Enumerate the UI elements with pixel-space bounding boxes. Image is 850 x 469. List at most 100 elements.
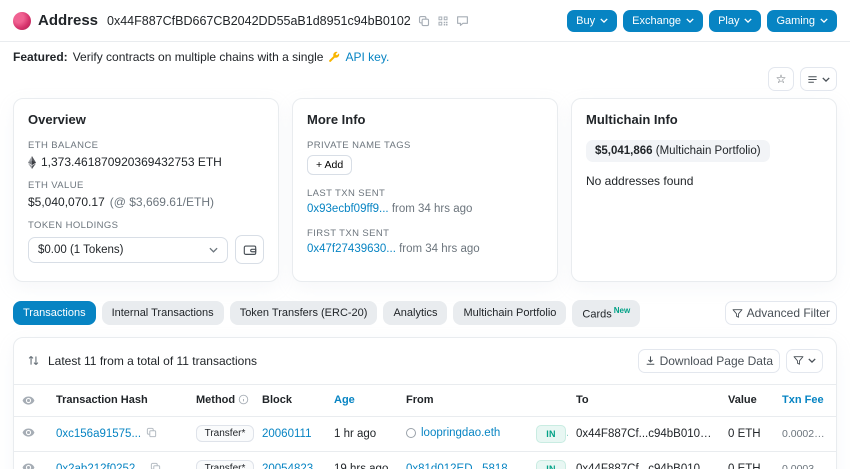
funnel-icon bbox=[732, 308, 743, 319]
new-badge: New bbox=[614, 306, 630, 315]
eth-value-label: ETH VALUE bbox=[28, 180, 264, 191]
exchange-button[interactable]: Exchange bbox=[623, 10, 703, 32]
eye-icon[interactable] bbox=[22, 426, 35, 439]
eye-icon[interactable] bbox=[22, 461, 35, 469]
eth-value: $5,040,070.17 (@ $3,669.61/ETH) bbox=[28, 195, 264, 209]
transactions-panel: Latest 11 from a total of 11 transaction… bbox=[13, 337, 837, 469]
col-direction bbox=[528, 384, 568, 416]
tab-internal-transactions[interactable]: Internal Transactions bbox=[102, 301, 224, 325]
age-cell: 19 hrs ago bbox=[326, 451, 398, 469]
eth-rate: (@ $3,669.61/ETH) bbox=[110, 195, 214, 209]
more-info-card: More Info PRIVATE NAME TAGS + Add LAST T… bbox=[292, 98, 558, 282]
eye-column-header[interactable] bbox=[14, 384, 48, 416]
col-txn-fee[interactable]: Txn Fee bbox=[774, 384, 836, 416]
list-icon bbox=[807, 74, 818, 85]
method-badge[interactable]: Transfer* bbox=[196, 425, 254, 442]
eth-logo-icon bbox=[28, 156, 36, 169]
add-name-tag-button[interactable]: + Add bbox=[307, 155, 352, 175]
last-txn-value: 0x93ecbf09ff9... from 34 hrs ago bbox=[307, 203, 543, 215]
chevron-down-icon bbox=[744, 18, 752, 23]
private-tags-label: PRIVATE NAME TAGS bbox=[307, 140, 543, 151]
address-identicon bbox=[13, 12, 31, 30]
col-transaction-hash: Transaction Hash bbox=[48, 384, 188, 416]
chevron-down-icon bbox=[686, 18, 694, 23]
api-key-link[interactable]: API key. bbox=[345, 50, 389, 64]
funnel-icon bbox=[793, 355, 804, 366]
more-info-title: More Info bbox=[307, 112, 543, 127]
copy-address-icon[interactable] bbox=[418, 15, 430, 27]
col-age[interactable]: Age bbox=[326, 384, 398, 416]
tabs-row: Transactions Internal Transactions Token… bbox=[0, 295, 850, 327]
copy-icon[interactable] bbox=[711, 462, 720, 469]
first-txn-hash-link[interactable]: 0x47f27439630... bbox=[307, 243, 396, 255]
chevron-down-icon bbox=[822, 77, 830, 82]
tab-multichain-portfolio[interactable]: Multichain Portfolio bbox=[453, 301, 566, 325]
copy-icon[interactable] bbox=[146, 427, 157, 438]
from-address-link[interactable]: 0x81d012ED...5818C2404 bbox=[406, 463, 528, 469]
tab-transactions[interactable]: Transactions bbox=[13, 301, 96, 325]
wallet-button[interactable] bbox=[235, 235, 264, 264]
value-cell: 0 ETH bbox=[720, 416, 774, 451]
block-link[interactable]: 20060111 bbox=[262, 428, 311, 440]
tx-hash-link[interactable]: 0x2ab212f0252... bbox=[56, 463, 145, 469]
address-header: Address 0x44F887CfBD667CB2042DD55aB1d895… bbox=[0, 0, 850, 42]
multichain-empty-text: No addresses found bbox=[586, 174, 822, 188]
to-address: 0x44F887Cf...c94bB0102 bbox=[576, 428, 712, 440]
play-button[interactable]: Play bbox=[709, 10, 761, 32]
transactions-table: Transaction Hash Method Block Age From T… bbox=[14, 384, 836, 469]
buy-button[interactable]: Buy bbox=[567, 10, 617, 32]
tab-analytics[interactable]: Analytics bbox=[383, 301, 447, 325]
table-filter-button[interactable] bbox=[786, 349, 823, 373]
qr-code-icon[interactable] bbox=[437, 15, 449, 27]
multichain-portfolio-badge[interactable]: $5,041,866 (Multichain Portfolio) bbox=[586, 140, 770, 162]
multichain-card: Multichain Info $5,041,866 (Multichain P… bbox=[571, 98, 837, 282]
copy-icon[interactable] bbox=[711, 427, 720, 438]
tab-list: Transactions Internal Transactions Token… bbox=[13, 300, 640, 327]
block-link[interactable]: 20054823 bbox=[262, 463, 313, 469]
featured-label: Featured: bbox=[13, 50, 68, 64]
chevron-down-icon bbox=[600, 18, 608, 23]
eth-balance-label: ETH BALANCE bbox=[28, 140, 264, 151]
age-cell: 1 hr ago bbox=[326, 416, 398, 451]
col-value: Value bbox=[720, 384, 774, 416]
address-value: 0x44F887CfBD667CB2042DD55aB1d8951c94bB01… bbox=[107, 14, 411, 28]
summary-cards: Overview ETH BALANCE 1,373.4618709203694… bbox=[0, 96, 850, 295]
wrench-icon bbox=[328, 51, 340, 63]
tx-tbody: 0xc156a91575... Transfer* 20060111 1 hr … bbox=[14, 416, 836, 469]
value-cell: 0 ETH bbox=[720, 451, 774, 469]
last-txn-label: LAST TXN SENT bbox=[307, 188, 543, 199]
tab-cards[interactable]: CardsNew bbox=[572, 300, 640, 327]
direction-badge: IN bbox=[536, 425, 566, 443]
copy-icon[interactable] bbox=[150, 462, 161, 469]
table-row: 0xc156a91575... Transfer* 20060111 1 hr … bbox=[14, 416, 836, 451]
tab-token-transfers[interactable]: Token Transfers (ERC-20) bbox=[230, 301, 378, 325]
featured-text: Verify contracts on multiple chains with… bbox=[73, 50, 324, 64]
direction-badge: IN bbox=[536, 460, 566, 469]
fee-cell: 0.00020054 bbox=[774, 416, 836, 451]
star-icon: ☆ bbox=[776, 72, 787, 86]
multichain-title: Multichain Info bbox=[586, 112, 822, 127]
eye-icon bbox=[22, 394, 35, 407]
overview-title: Overview bbox=[28, 112, 264, 127]
advanced-filter-button[interactable]: Advanced Filter bbox=[725, 301, 837, 325]
info-icon bbox=[238, 394, 249, 405]
table-header-row: Transaction Hash Method Block Age From T… bbox=[14, 384, 836, 416]
chevron-down-icon bbox=[209, 247, 218, 253]
header-actions: Buy Exchange Play Gaming bbox=[567, 10, 837, 32]
eth-balance-value: 1,373.461870920369432753 ETH bbox=[28, 155, 264, 169]
view-options-button[interactable] bbox=[800, 67, 837, 91]
from-ens-link[interactable]: loopringdao.eth bbox=[421, 427, 500, 439]
page-actions: ☆ bbox=[0, 64, 850, 96]
table-row: 0x2ab212f0252... Transfer* 20054823 19 h… bbox=[14, 451, 836, 469]
token-holdings-label: TOKEN HOLDINGS bbox=[28, 220, 264, 231]
gaming-button[interactable]: Gaming bbox=[767, 10, 837, 32]
last-txn-hash-link[interactable]: 0x93ecbf09ff9... bbox=[307, 203, 389, 215]
token-holdings-dropdown[interactable]: $0.00 (1 Tokens) bbox=[28, 237, 228, 263]
method-badge[interactable]: Transfer* bbox=[196, 460, 254, 469]
comment-icon[interactable] bbox=[456, 14, 469, 27]
tx-hash-link[interactable]: 0xc156a91575... bbox=[56, 428, 141, 440]
favorite-star-button[interactable]: ☆ bbox=[768, 67, 794, 91]
download-page-data-button[interactable]: Download Page Data bbox=[638, 349, 780, 373]
col-method[interactable]: Method bbox=[188, 384, 254, 416]
chevron-down-icon bbox=[820, 18, 828, 23]
